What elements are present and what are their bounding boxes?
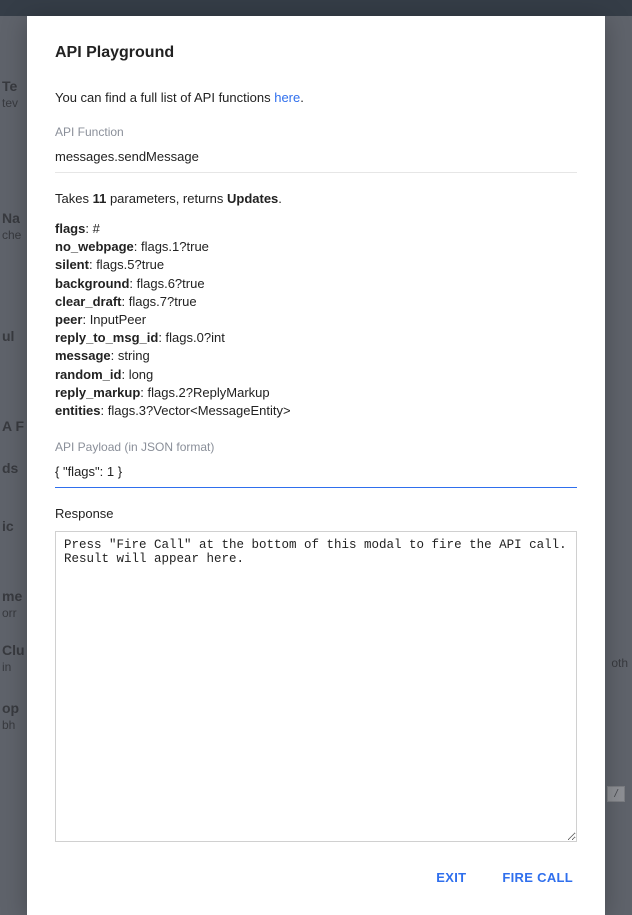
param-type: : # <box>85 221 99 236</box>
param-type: : flags.5?true <box>89 257 164 272</box>
param-name: random_id <box>55 367 121 382</box>
param-type: : flags.1?true <box>134 239 209 254</box>
api-payload-input[interactable] <box>55 460 577 488</box>
param-row: random_id: long <box>55 366 577 384</box>
param-name: peer <box>55 312 82 327</box>
exit-button[interactable]: EXIT <box>432 864 470 891</box>
param-type: : InputPeer <box>82 312 146 327</box>
api-payload-label: API Payload (in JSON format) <box>55 440 577 454</box>
param-name: reply_to_msg_id <box>55 330 158 345</box>
param-name: flags <box>55 221 85 236</box>
intro-prefix: You can find a full list of API function… <box>55 90 274 105</box>
param-type: : long <box>121 367 153 382</box>
fire-call-button[interactable]: FIRE CALL <box>498 864 577 891</box>
param-row: background: flags.6?true <box>55 275 577 293</box>
modal-title: API Playground <box>55 44 577 62</box>
param-row: no_webpage: flags.1?true <box>55 238 577 256</box>
param-row: message: string <box>55 347 577 365</box>
api-playground-modal: API Playground You can find a full list … <box>27 16 605 915</box>
params-label: parameters, returns <box>106 191 227 206</box>
response-label: Response <box>55 506 577 521</box>
param-row: clear_draft: flags.7?true <box>55 293 577 311</box>
param-name: entities <box>55 403 101 418</box>
return-type: Updates <box>227 191 278 206</box>
param-name: background <box>55 276 129 291</box>
param-name: message <box>55 348 111 363</box>
param-name: clear_draft <box>55 294 121 309</box>
response-textarea[interactable] <box>55 531 577 842</box>
intro-suffix: . <box>300 90 304 105</box>
function-signature: Takes 11 parameters, returns Updates. <box>55 191 577 206</box>
param-row: silent: flags.5?true <box>55 256 577 274</box>
api-function-input[interactable] <box>55 145 577 173</box>
param-count: 11 <box>93 191 107 206</box>
param-row: reply_markup: flags.2?ReplyMarkup <box>55 384 577 402</box>
signature-tail: . <box>278 191 282 206</box>
param-row: flags: # <box>55 220 577 238</box>
api-function-label: API Function <box>55 125 577 139</box>
param-name: no_webpage <box>55 239 134 254</box>
param-row: peer: InputPeer <box>55 311 577 329</box>
param-type: : flags.3?Vector<MessageEntity> <box>101 403 291 418</box>
param-type: : flags.0?int <box>158 330 225 345</box>
param-type: : flags.7?true <box>121 294 196 309</box>
param-type: : flags.2?ReplyMarkup <box>140 385 269 400</box>
params-list: flags: #no_webpage: flags.1?truesilent: … <box>55 220 577 420</box>
param-row: entities: flags.3?Vector<MessageEntity> <box>55 402 577 420</box>
api-docs-link[interactable]: here <box>274 90 300 105</box>
takes-label: Takes <box>55 191 93 206</box>
param-row: reply_to_msg_id: flags.0?int <box>55 329 577 347</box>
param-type: : flags.6?true <box>129 276 204 291</box>
param-name: reply_markup <box>55 385 140 400</box>
param-name: silent <box>55 257 89 272</box>
param-type: : string <box>111 348 150 363</box>
intro-text: You can find a full list of API function… <box>55 90 577 105</box>
modal-footer: EXIT FIRE CALL <box>55 842 577 891</box>
